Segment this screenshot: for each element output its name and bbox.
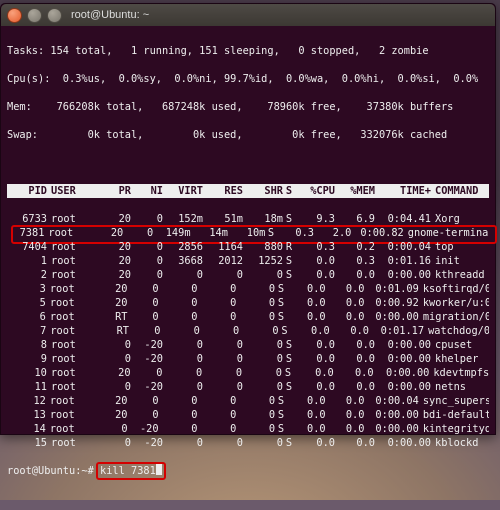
- process-row: 15root0-20000S0.00.00:00.00kblockd: [7, 436, 489, 450]
- prompt: root@Ubuntu:~#: [7, 465, 100, 477]
- process-header: PIDUSERPRNIVIRTRESSHRS%CPU%MEMTIME+COMMA…: [7, 184, 489, 198]
- process-row: 6rootRT0000S0.00.00:00.00migration/0: [7, 310, 489, 324]
- process-row: 10root200000S0.00.00:00.00kdevtmpfs: [7, 366, 489, 380]
- process-row: 9root0-20000S0.00.00:00.00khelper: [7, 352, 489, 366]
- minimize-icon[interactable]: [27, 8, 42, 23]
- window-title: root@Ubuntu: ~: [71, 9, 149, 21]
- command-highlight: kill 7381: [96, 462, 166, 480]
- process-row: 5root200000S0.00.00:00.92kworker/u:0: [7, 296, 489, 310]
- command-text: kill 7381: [100, 465, 156, 477]
- process-row: 12root200000S0.00.00:00.04sync_supers: [7, 394, 489, 408]
- titlebar[interactable]: root@Ubuntu: ~: [1, 4, 495, 26]
- maximize-icon[interactable]: [47, 8, 62, 23]
- cpu-line: Cpu(s): 0.3%us, 0.0%sy, 0.0%ni, 99.7%id,…: [7, 72, 489, 86]
- terminal-content[interactable]: Tasks: 154 total, 1 running, 151 sleepin…: [1, 26, 495, 510]
- cursor-icon: [156, 464, 162, 475]
- process-row: 7381root200149m14m10mS0.32.00:00.82gnome…: [7, 226, 489, 240]
- process-row: 14root0-20000S0.00.00:00.00kintegrityd: [7, 422, 489, 436]
- terminal-window: root@Ubuntu: ~ Tasks: 154 total, 1 runni…: [0, 3, 496, 435]
- process-row: 13root200000S0.00.00:00.00bdi-default: [7, 408, 489, 422]
- prompt-line[interactable]: root@Ubuntu:~# kill 7381: [7, 464, 489, 478]
- swap-line: Swap: 0k total, 0k used, 0k free, 332076…: [7, 128, 489, 142]
- process-row: 11root0-20000S0.00.00:00.00netns: [7, 380, 489, 394]
- process-row: 3root200000S0.00.00:01.09ksoftirqd/0: [7, 282, 489, 296]
- process-row: 8root0-20000S0.00.00:00.00cpuset: [7, 338, 489, 352]
- tasks-line: Tasks: 154 total, 1 running, 151 sleepin…: [7, 44, 489, 58]
- close-icon[interactable]: [7, 8, 22, 23]
- process-row: 7rootRT0000S0.00.00:01.17watchdog/0: [7, 324, 489, 338]
- process-row: 1root200366820121252S0.00.30:01.16init: [7, 254, 489, 268]
- process-row: 2root200000S0.00.00:00.00kthreadd: [7, 268, 489, 282]
- mem-line: Mem: 766208k total, 687248k used, 78960k…: [7, 100, 489, 114]
- process-row: 7404root20028561164880R0.30.20:00.04top: [7, 240, 489, 254]
- process-row: 6733root200152m51m18mS9.36.90:04.41Xorg: [7, 212, 489, 226]
